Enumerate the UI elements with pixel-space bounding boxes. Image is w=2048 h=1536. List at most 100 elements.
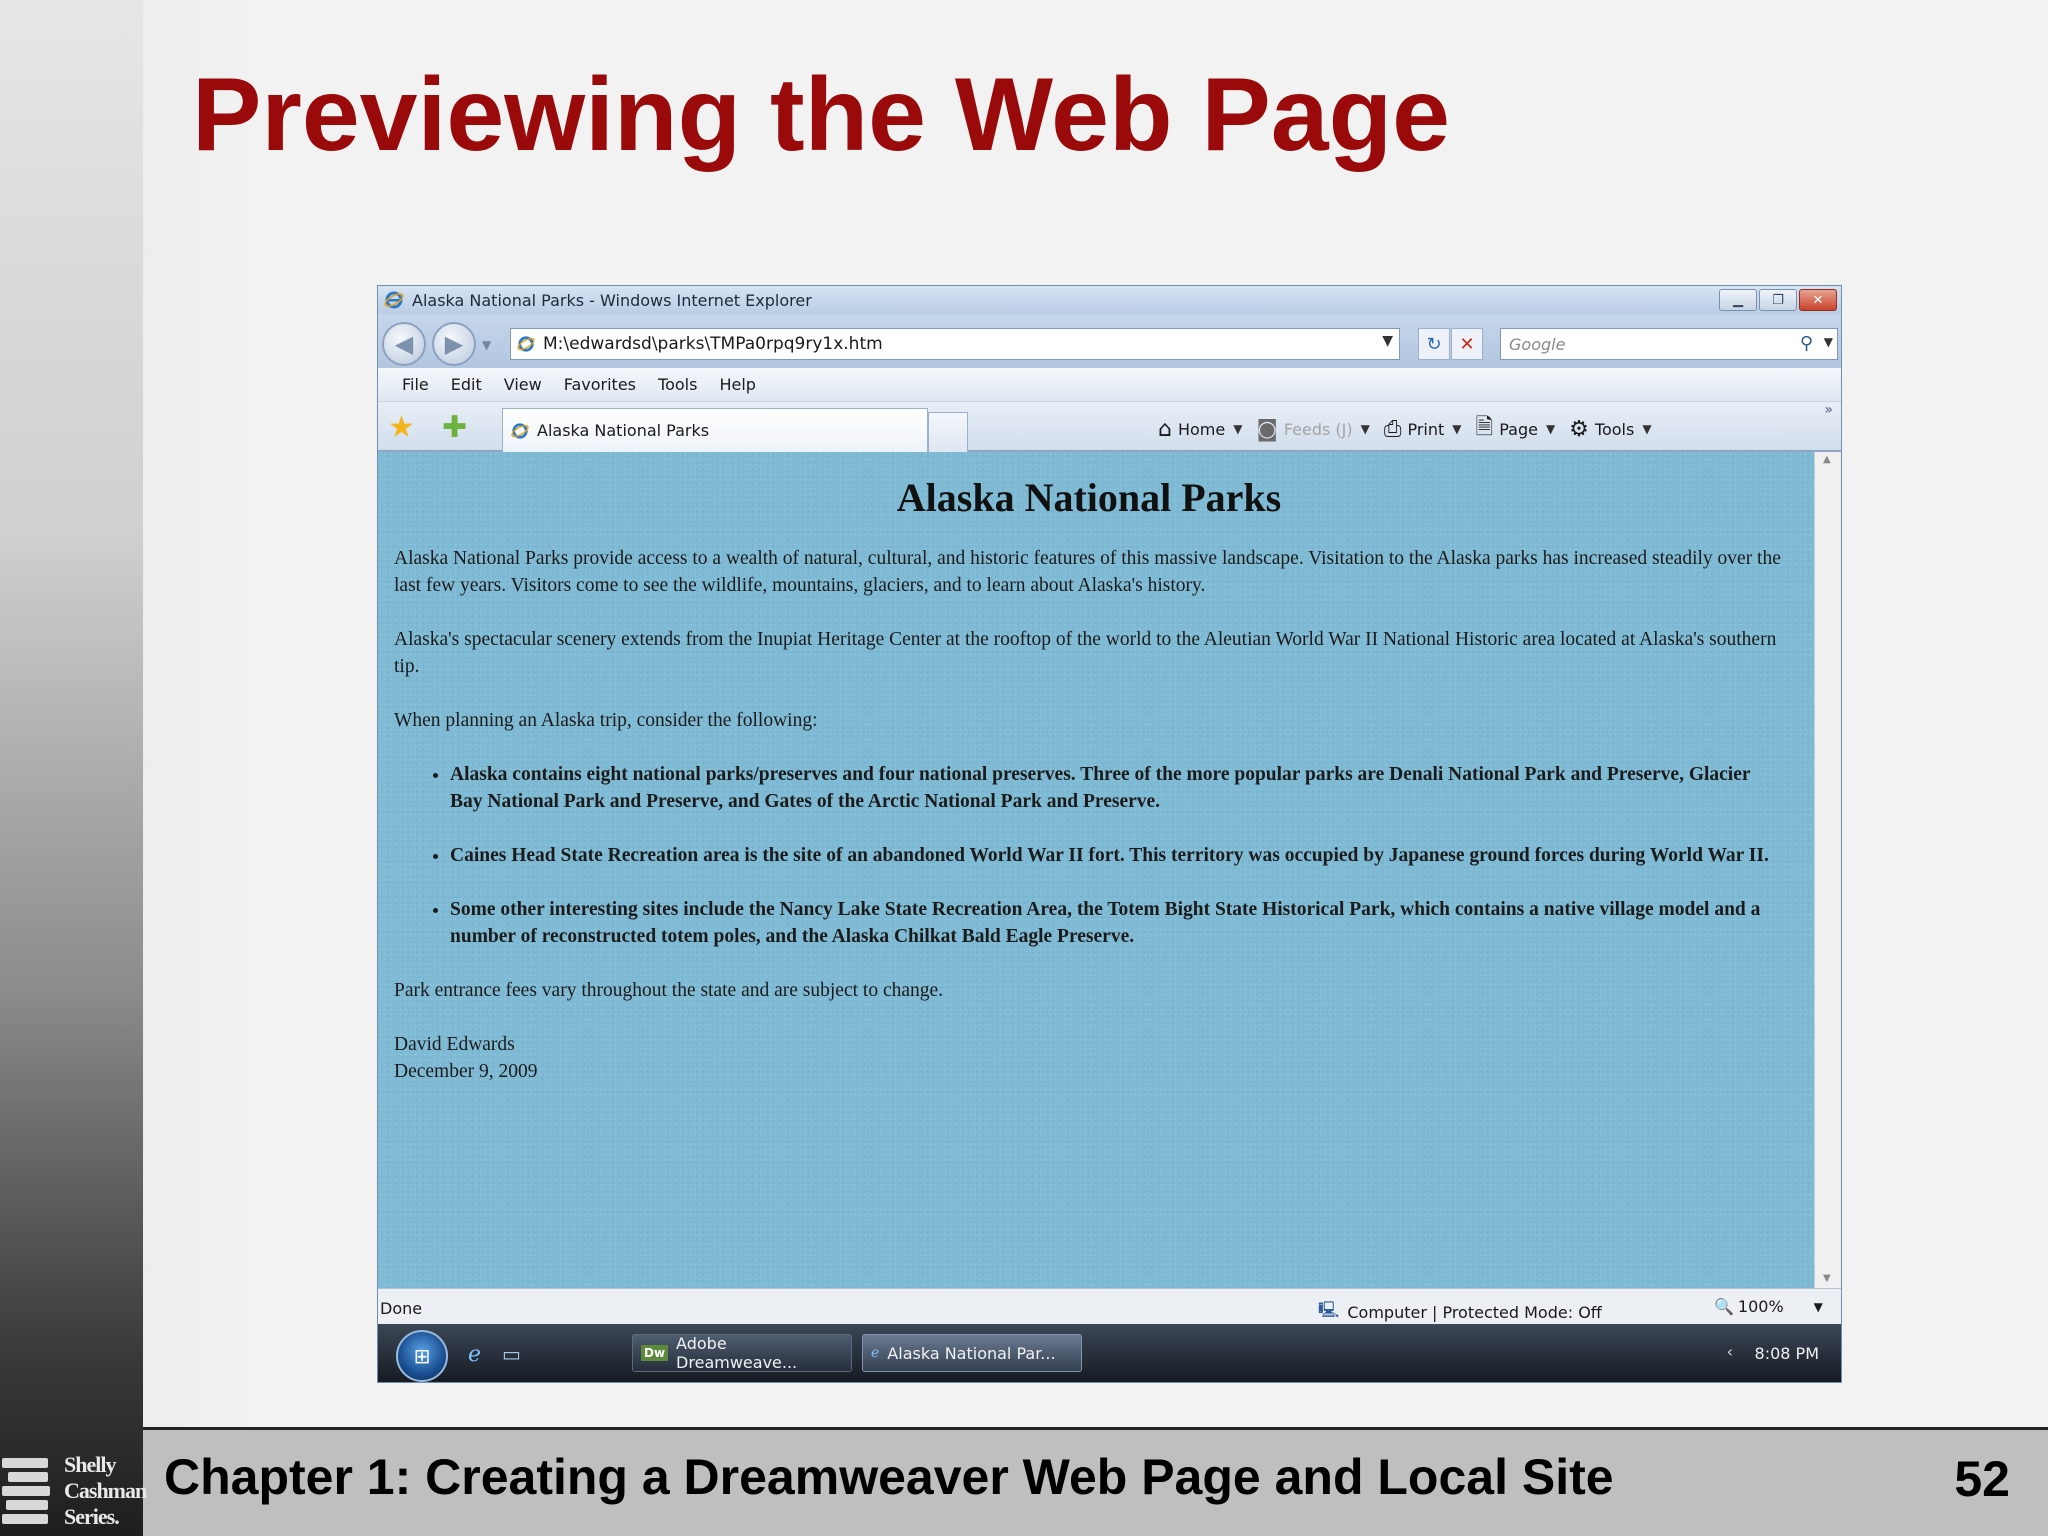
taskbar-item-label: Adobe Dreamweave... — [676, 1334, 798, 1372]
show-desktop-icon[interactable]: ▭ — [502, 1342, 521, 1366]
paragraph-fees: Park entrance fees vary throughout the s… — [394, 980, 944, 1001]
shelly-cashman-logo: Shelly Cashman Series. — [0, 1448, 147, 1536]
left-decorative-band — [0, 0, 143, 1536]
refresh-button[interactable]: ↻ — [1418, 328, 1450, 360]
book-stack-icon — [2, 1456, 54, 1530]
ie-taskbar-icon: ℯ — [871, 1345, 880, 1361]
navigation-bar: ◀ ▶ ▼ M:\edwardsd\parks\TMPa0rpq9ry1x.ht… — [378, 314, 1841, 368]
page-dropdown-icon[interactable]: ▼ — [1546, 422, 1555, 436]
home-button[interactable]: ⌂ Home ▼ — [1158, 417, 1242, 442]
feeds-label: Feeds (J) — [1283, 419, 1353, 439]
author-name: David Edwards — [394, 1034, 515, 1055]
page-menu-button[interactable]: 🗎 Page ▼ — [1476, 410, 1556, 448]
tools-label: Tools — [1594, 419, 1635, 439]
chapter-title: Chapter 1: Creating a Dreamweaver Web Pa… — [164, 1449, 1614, 1505]
print-dropdown-icon[interactable]: ▼ — [1452, 422, 1461, 436]
back-arrow-icon: ◀ — [394, 330, 414, 358]
security-zone[interactable]: 🖳 Computer | Protected Mode: Off — [1318, 1299, 1602, 1326]
browser-titlebar: Alaska National Parks - Windows Internet… — [378, 286, 1841, 314]
favorites-center-star-icon[interactable]: ★ — [388, 410, 415, 445]
web-page-content: Alaska National Parks Alaska National Pa… — [378, 452, 1814, 1288]
refresh-icon: ↻ — [1426, 333, 1442, 355]
print-button[interactable]: ⎙ Print ▼ — [1384, 417, 1462, 442]
quick-launch-ie-icon[interactable]: ℯ — [468, 1342, 481, 1367]
tab-alaska-national-parks[interactable]: Alaska National Parks — [502, 408, 928, 452]
bullet-list: Alaska contains eight national parks/pre… — [450, 761, 1784, 950]
system-clock: 8:08 PM — [1754, 1344, 1819, 1363]
tab-page-icon — [511, 422, 529, 439]
recent-pages-dropdown[interactable]: ▼ — [482, 338, 491, 352]
start-button[interactable]: ⊞ — [396, 1330, 448, 1382]
forward-arrow-icon: ▶ — [444, 330, 464, 358]
scroll-up-icon[interactable]: ▲ — [1823, 454, 1831, 465]
browser-window: Alaska National Parks - Windows Internet… — [377, 285, 1842, 1383]
feeds-dropdown-icon[interactable]: ▼ — [1361, 422, 1370, 436]
search-input[interactable]: Google ⚲ ▼ — [1500, 328, 1838, 360]
zoom-dropdown-icon[interactable]: ▼ — [1814, 1300, 1823, 1314]
page-heading: Alaska National Parks — [896, 475, 1282, 520]
tab-bar: ★ ✚ Alaska National Parks ⌂ Home ▼ ◙ Fee… — [378, 402, 1841, 452]
list-item: Alaska contains eight national parks/pre… — [450, 761, 1784, 815]
taskbar-item-label: Alaska National Par... — [887, 1343, 1056, 1363]
menu-edit[interactable]: Edit — [451, 375, 482, 394]
taskbar-item-dreamweaver[interactable]: Dw Adobe Dreamweave... — [632, 1334, 852, 1372]
page-number: 52 — [1954, 1451, 2010, 1507]
menu-view[interactable]: View — [504, 375, 542, 394]
paragraph-intro: Alaska National Parks provide access to … — [394, 548, 1781, 596]
new-tab-button[interactable] — [928, 412, 968, 452]
window-controls: ▁ ❐ ✕ — [1719, 289, 1837, 311]
feeds-button[interactable]: ◙ Feeds (J) ▼ — [1256, 417, 1369, 442]
dreamweaver-icon: Dw — [641, 1345, 669, 1361]
restore-button[interactable]: ❐ — [1759, 289, 1797, 311]
search-icon[interactable]: ⚲ — [1800, 333, 1813, 354]
add-favorites-icon[interactable]: ✚ — [442, 410, 467, 445]
command-bar: ⌂ Home ▼ ◙ Feeds (J) ▼ ⎙ Print ▼ 🗎 Page … — [1158, 410, 1666, 448]
logo-text: Series. — [64, 1504, 120, 1529]
slide-footer: Chapter 1: Creating a Dreamweaver Web Pa… — [143, 1427, 2048, 1536]
window-title: Alaska National Parks - Windows Internet… — [412, 290, 812, 310]
taskbar-item-alaska-parks[interactable]: ℯ Alaska National Par... — [862, 1334, 1082, 1372]
slide-title: Previewing the Web Page — [192, 57, 1451, 173]
status-text: Done — [380, 1299, 423, 1318]
page-icon — [517, 336, 535, 352]
gear-icon: ⚙ — [1569, 416, 1589, 442]
list-item: Caines Head State Recreation area is the… — [450, 842, 1784, 869]
paragraph-scenery: Alaska's spectacular scenery extends fro… — [394, 629, 1777, 677]
zoom-magnifier-icon: 🔍 — [1714, 1297, 1734, 1316]
address-text[interactable]: M:\edwardsd\parks\TMPa0rpq9ry1x.htm — [543, 334, 883, 354]
tools-menu-button[interactable]: ⚙ Tools ▼ — [1569, 417, 1651, 442]
forward-button[interactable]: ▶ — [432, 322, 476, 366]
tray-expand-icon[interactable]: ‹ — [1727, 1342, 1733, 1361]
rss-feed-icon: ◙ — [1256, 416, 1278, 442]
page-date: December 9, 2009 — [394, 1061, 538, 1082]
vertical-scrollbar[interactable]: ▲ ▼ — [1814, 452, 1841, 1288]
print-label: Print — [1407, 419, 1445, 439]
menu-favorites[interactable]: Favorites — [564, 375, 636, 394]
windows-logo-icon: ⊞ — [413, 1344, 431, 1368]
tab-label: Alaska National Parks — [537, 421, 710, 440]
address-dropdown-icon[interactable]: ▼ — [1382, 333, 1393, 349]
zoom-level-control[interactable]: 🔍 100% ▼ — [1714, 1297, 1823, 1316]
tools-dropdown-icon[interactable]: ▼ — [1642, 422, 1651, 436]
menu-bar: File Edit View Favorites Tools Help — [378, 368, 1841, 402]
chevron-more-icon[interactable]: » — [1824, 402, 1833, 418]
paragraph-planning: When planning an Alaska trip, consider t… — [394, 710, 818, 731]
menu-help[interactable]: Help — [719, 375, 755, 394]
zoom-text: 100% — [1737, 1297, 1784, 1316]
search-placeholder: Google — [1509, 334, 1566, 354]
back-button[interactable]: ◀ — [382, 322, 426, 366]
menu-file[interactable]: File — [402, 375, 429, 394]
close-button[interactable]: ✕ — [1799, 289, 1837, 311]
minimize-button[interactable]: ▁ — [1719, 289, 1757, 311]
search-dropdown-icon[interactable]: ▼ — [1824, 335, 1833, 349]
menu-tools[interactable]: Tools — [658, 375, 697, 394]
stop-button[interactable]: ✕ — [1451, 328, 1483, 360]
status-bar: Done 🖳 Computer | Protected Mode: Off 🔍 … — [378, 1288, 1841, 1324]
logo-text: Cashman — [64, 1478, 147, 1503]
logo-text: Shelly — [64, 1452, 116, 1477]
page-label: Page — [1499, 419, 1538, 439]
address-bar[interactable]: M:\edwardsd\parks\TMPa0rpq9ry1x.htm ▼ — [510, 328, 1400, 360]
scroll-down-icon[interactable]: ▼ — [1823, 1273, 1831, 1284]
home-dropdown-icon[interactable]: ▼ — [1233, 422, 1242, 436]
home-icon: ⌂ — [1158, 416, 1172, 442]
